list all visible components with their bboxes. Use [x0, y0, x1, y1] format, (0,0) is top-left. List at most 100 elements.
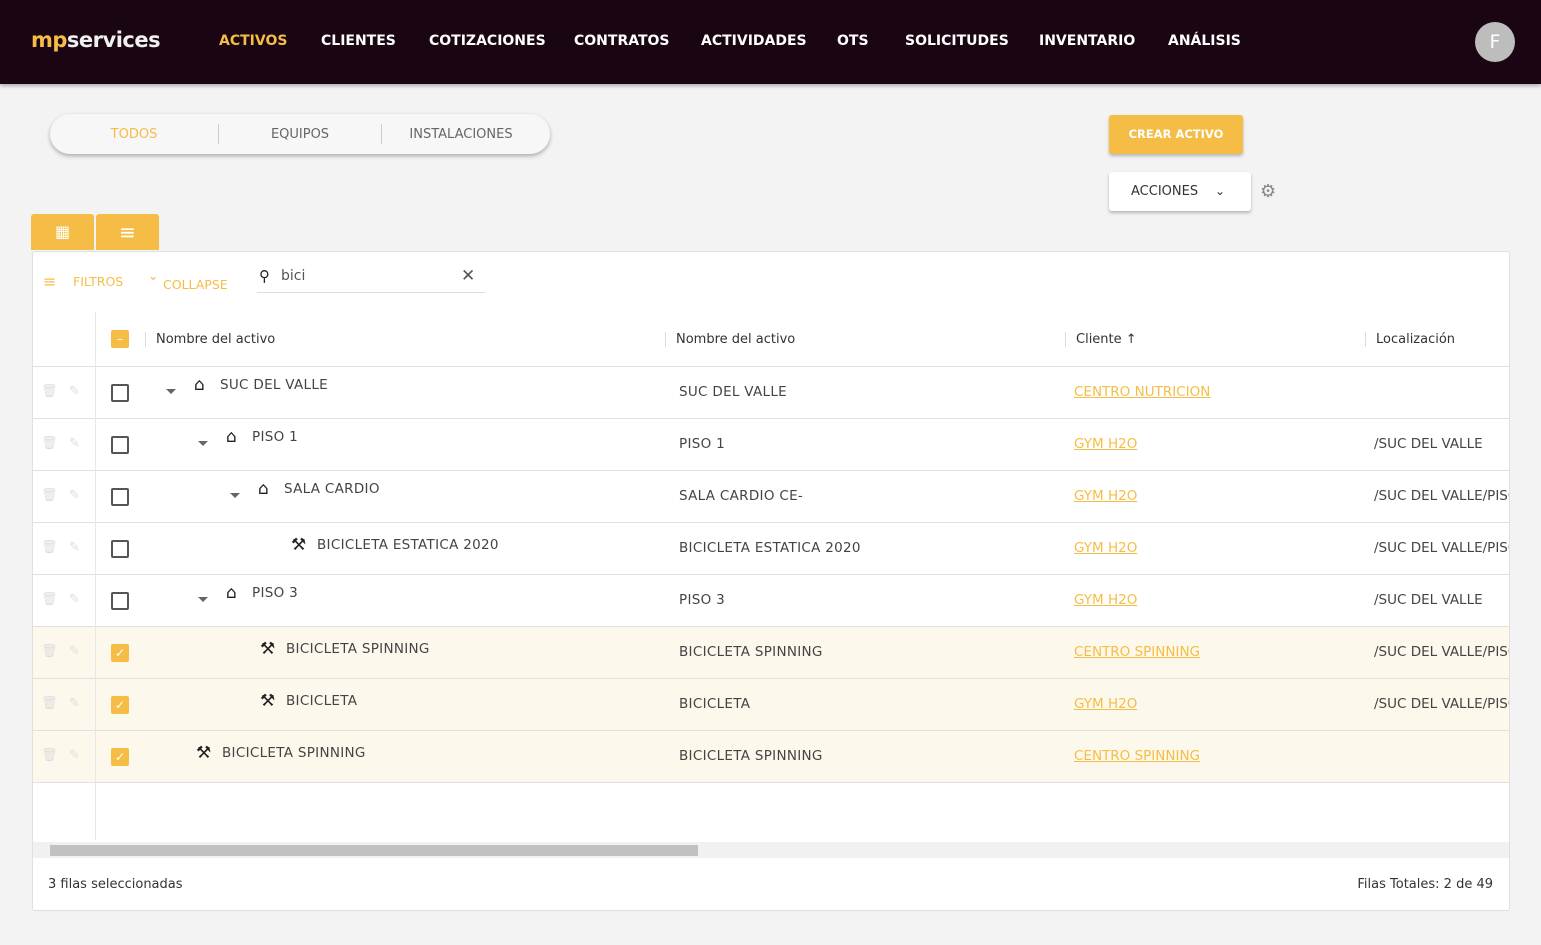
nav-solicitudes[interactable]: SOLICITUDES	[905, 33, 1009, 49]
nav-clientes[interactable]: CLIENTES	[321, 33, 396, 49]
row-checkbox[interactable]	[111, 540, 129, 558]
row-checkbox[interactable]	[111, 436, 129, 454]
edit-icon[interactable]: ✎	[69, 384, 80, 399]
location: /SUC DEL VALLE/PISO	[1374, 696, 1510, 712]
top-nav: mpservices ACTIVOS CLIENTES COTIZACIONES…	[0, 0, 1541, 84]
edit-icon[interactable]: ✎	[69, 696, 80, 711]
client-link[interactable]: GYM H2O	[1074, 696, 1137, 712]
actions-dropdown[interactable]: ACCIONES ⌄	[1109, 172, 1251, 211]
client-link[interactable]: CENTRO SPINNING	[1074, 748, 1200, 764]
logo[interactable]: mpservices	[31, 28, 161, 52]
tools-icon: ⚒	[196, 743, 212, 763]
table-row[interactable]: 🗑 ✎ ✓ ⚒ BICICLETA SPINNING BICICLETA SPINNING…	[33, 731, 1509, 783]
delete-icon[interactable]: 🗑	[41, 592, 58, 607]
asset-name-col: BICICLETA SPINNING	[679, 748, 823, 764]
delete-icon[interactable]: 🗑	[41, 748, 58, 763]
table-row[interactable]: 🗑 ✎ ⌂ SALA CARDIO SALA CARDIO CE- GYM H2O/SUC…	[33, 471, 1509, 523]
client-link[interactable]: GYM H2O	[1074, 436, 1137, 452]
row-checkbox[interactable]: ✓	[111, 748, 129, 766]
create-asset-button[interactable]: CREAR ACTIVO	[1109, 115, 1243, 154]
col-location[interactable]: Localización	[1365, 332, 1455, 347]
gear-icon[interactable]: ⚙	[1260, 181, 1276, 202]
delete-icon[interactable]: 🗑	[41, 696, 58, 711]
delete-icon[interactable]: 🗑	[41, 436, 58, 451]
client-link[interactable]: CENTRO NUTRICION	[1074, 384, 1210, 400]
table-row[interactable]: 🗑 ✎ ✓ ⚒ BICICLETA BICICLETA GYM H2O/SUC DEL VA…	[33, 679, 1510, 731]
delete-icon[interactable]: 🗑	[41, 540, 58, 555]
delete-icon[interactable]: 🗑	[41, 488, 58, 503]
search-input[interactable]: ⚲ bici ✕	[257, 264, 485, 293]
edit-icon[interactable]: ✎	[69, 540, 80, 555]
type-tabs: TODOS EQUIPOS INSTALACIONES	[50, 114, 550, 154]
edit-icon[interactable]: ✎	[69, 488, 80, 503]
location: /SUC DEL VALLE	[1374, 436, 1483, 452]
collapse-button[interactable]: COLLAPSE	[163, 277, 228, 292]
col-client[interactable]: Cliente ↑	[1065, 332, 1137, 347]
table-row[interactable]: 🗑 ✎ ⌂ SUC DEL VALLE SUC DEL VALLE CENTRO NUTR…	[33, 367, 1509, 419]
building-icon: ⌂	[226, 583, 237, 603]
asset-name: PISO 1	[252, 429, 298, 445]
building-icon: ⌂	[194, 375, 205, 395]
table-row[interactable]: 🗑 ✎ ⌂ PISO 1 PISO 1 GYM H2O/SUC DEL VALLE	[33, 419, 1509, 471]
expand-caret-icon[interactable]	[166, 389, 176, 394]
assets-table: ≡ FILTROS ⌄ COLLAPSE ⚲ bici ✕ – Nombre d…	[32, 251, 1510, 911]
nav-inventario[interactable]: INVENTARIO	[1039, 33, 1135, 49]
nav-contratos[interactable]: CONTRATOS	[574, 33, 670, 49]
col-name[interactable]: Nombre del activo	[665, 332, 795, 347]
tools-icon: ⚒	[260, 639, 276, 659]
row-checkbox[interactable]	[111, 488, 129, 506]
client-link[interactable]: GYM H2O	[1074, 592, 1137, 608]
building-icon: ⌂	[258, 479, 269, 499]
delete-icon[interactable]: 🗑	[41, 644, 58, 659]
table-row[interactable]: 🗑 ✎ ⌂ PISO 3 PISO 3 GYM H2O/SUC DEL VALLE	[33, 575, 1509, 627]
delete-icon[interactable]: 🗑	[41, 384, 58, 399]
tab-todos[interactable]: TODOS	[50, 127, 218, 142]
tree-view-button[interactable]: ▦	[31, 214, 94, 250]
asset-name: SALA CARDIO	[284, 481, 380, 497]
search-icon: ⚲	[259, 267, 270, 285]
expand-caret-icon[interactable]	[198, 441, 208, 446]
expand-caret-icon[interactable]	[230, 493, 240, 498]
selected-count: 3 filas seleccionadas	[48, 877, 183, 892]
client-link[interactable]: CENTRO SPINNING	[1074, 644, 1200, 660]
select-all-checkbox[interactable]: –	[111, 330, 129, 348]
asset-name: PISO 3	[252, 585, 298, 601]
nav-analisis[interactable]: ANÁLISIS	[1168, 33, 1241, 49]
location: /SUC DEL VALLE	[1374, 592, 1483, 608]
tools-icon: ⚒	[260, 691, 276, 711]
scrollbar-thumb[interactable]	[50, 845, 698, 856]
asset-name-col: BICICLETA SPINNING	[679, 644, 823, 660]
asset-name: SUC DEL VALLE	[220, 377, 328, 393]
row-checkbox[interactable]: ✓	[111, 696, 129, 714]
client-link[interactable]: GYM H2O	[1074, 540, 1137, 556]
asset-name-col: PISO 1	[679, 436, 725, 452]
table-row[interactable]: 🗑 ✎ ✓ ⚒ BICICLETA SPINNING BICICLETA SPINNING…	[33, 627, 1509, 679]
nav-cotizaciones[interactable]: COTIZACIONES	[429, 33, 546, 49]
tab-instalaciones[interactable]: INSTALACIONES	[382, 127, 540, 142]
asset-name-col: BICICLETA	[679, 696, 751, 712]
row-checkbox[interactable]	[111, 384, 129, 402]
client-link[interactable]: GYM H2O	[1074, 488, 1137, 504]
edit-icon[interactable]: ✎	[69, 748, 80, 763]
expand-caret-icon[interactable]	[198, 597, 208, 602]
filters-button[interactable]: FILTROS	[73, 274, 123, 289]
asset-name: BICICLETA ESTATICA 2020	[317, 537, 499, 553]
list-icon: ≡	[119, 220, 136, 244]
edit-icon[interactable]: ✎	[69, 644, 80, 659]
edit-icon[interactable]: ✎	[69, 436, 80, 451]
row-checkbox[interactable]	[111, 592, 129, 610]
clear-icon[interactable]: ✕	[461, 266, 475, 286]
list-view-button[interactable]: ≡	[96, 214, 159, 250]
row-checkbox[interactable]: ✓	[111, 644, 129, 662]
horizontal-scrollbar[interactable]	[33, 842, 1509, 858]
avatar[interactable]: F	[1475, 22, 1515, 62]
chevron-down-icon: ⌄	[148, 268, 159, 283]
tab-equipos[interactable]: EQUIPOS	[219, 127, 381, 142]
nav-ots[interactable]: OTS	[837, 33, 869, 49]
nav-activos[interactable]: ACTIVOS	[219, 33, 287, 49]
nav-actividades[interactable]: ACTIVIDADES	[701, 33, 807, 49]
table-row[interactable]: 🗑 ✎ ⚒ BICICLETA ESTATICA 2020 BICICLETA ESTA…	[33, 523, 1509, 575]
asset-name-col: SALA CARDIO CE-	[679, 488, 804, 504]
edit-icon[interactable]: ✎	[69, 592, 80, 607]
col-name-tree[interactable]: Nombre del activo	[145, 332, 275, 347]
